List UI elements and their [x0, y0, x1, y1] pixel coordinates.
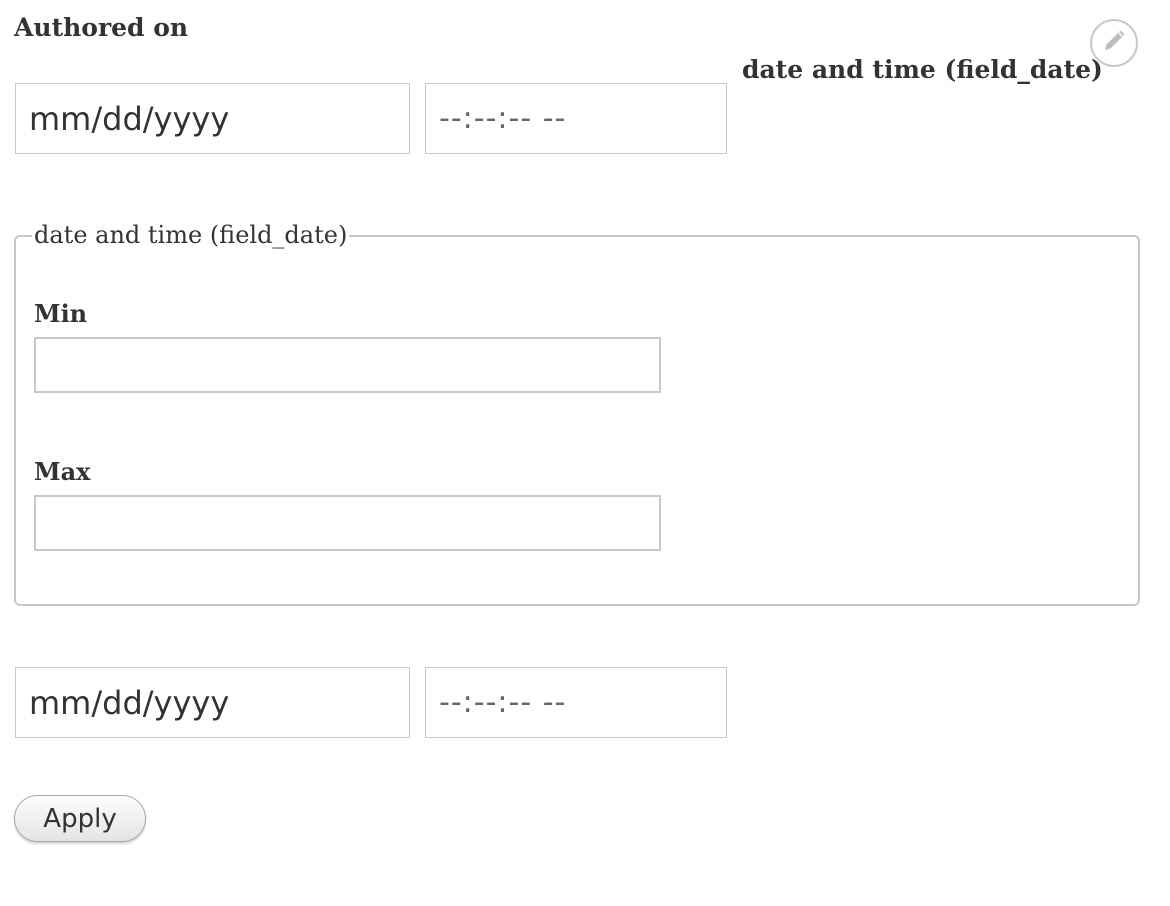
time-placeholder: --:--:-- --	[439, 101, 567, 136]
max-input[interactable]	[34, 495, 661, 551]
field-date-fieldset: date and time (field_date) Min Max	[14, 217, 1140, 606]
apply-button[interactable]: Apply	[14, 795, 146, 842]
authored-on-date-input[interactable]: mm/dd/yyyy	[15, 83, 410, 154]
min-input[interactable]	[34, 337, 661, 393]
time-placeholder: --:--:-- --	[439, 685, 567, 720]
field-date-date-input[interactable]: mm/dd/yyyy	[15, 667, 410, 738]
max-label: Max	[34, 457, 91, 486]
authored-on-time-input[interactable]: --:--:-- --	[425, 83, 727, 154]
date-placeholder: mm/dd/yyyy	[29, 99, 230, 138]
fieldset-legend: date and time (field_date)	[32, 217, 350, 253]
field-date-time-input[interactable]: --:--:-- --	[425, 667, 727, 738]
pencil-icon	[1102, 29, 1126, 57]
field-date-title: date and time (field_date)	[742, 55, 1103, 84]
authored-on-label: Authored on	[14, 13, 189, 42]
min-label: Min	[34, 299, 88, 328]
date-placeholder: mm/dd/yyyy	[29, 683, 230, 722]
